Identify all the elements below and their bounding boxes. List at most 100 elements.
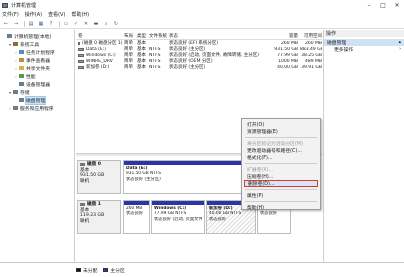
tree-item-label: 性能 [26, 74, 36, 80]
expand-arrow-icon[interactable]: › [8, 106, 12, 111]
context-menu-item[interactable]: 资源管理器(E) [242, 128, 320, 135]
actions-pane: 操作 磁盘管理 ▴ 更多操作 › [323, 30, 404, 262]
minimize-button[interactable]: – [362, 0, 376, 10]
column-header[interactable]: 容量 [272, 33, 298, 39]
legend-item: 未分配 [76, 267, 97, 274]
table-row[interactable]: 新加卷 (D:) 简单 基本 NTFS 状态良好 (主分区) 40.00 GB 39.91 … [76, 64, 322, 70]
table-cell: 40.00 GB [277, 64, 298, 70]
column-header[interactable]: 类型 [135, 33, 147, 39]
menu-bar: 文件(F) 操作(A) 查看(V) 帮助(H) [0, 10, 404, 19]
tree-item-label: 存储 [20, 90, 30, 96]
tree-node-icon [19, 50, 24, 54]
context-menu-item[interactable]: 更改驱动器号和路径(C)... [242, 147, 320, 154]
context-menu-item[interactable]: 格式化(F)... [242, 154, 320, 161]
more-actions-item[interactable]: 更多操作 › [324, 46, 404, 53]
check-icon[interactable]: ✓ [72, 20, 80, 27]
table-cell: Data (E:) [76, 47, 122, 52]
more-actions-label: 更多操作 [334, 48, 354, 53]
tree-item[interactable]: › 性能 [0, 72, 74, 80]
table-cell: 883.49 GB [300, 46, 322, 52]
forward-arrow-icon[interactable]: → [12, 20, 20, 27]
tree-item[interactable]: 计算机管理(本地) [0, 32, 74, 40]
tree-item[interactable]: 磁盘管理 [0, 95, 74, 105]
actions-section-disk-management[interactable]: 磁盘管理 ▴ [324, 39, 404, 46]
tree-item-label: 事件查看器 [26, 58, 50, 64]
context-menu-item: 扩展卷(X)... [247, 168, 273, 173]
partition-status: 状态良好 [126, 211, 144, 217]
menu-help[interactable]: 帮助(H) [71, 11, 89, 18]
expand-arrow-icon[interactable]: › [14, 66, 18, 71]
tree-item[interactable]: › 共享文件夹 [0, 64, 74, 72]
tree-item[interactable]: ▾ 系统工具 [0, 40, 74, 48]
maximize-button[interactable]: □ [376, 0, 390, 10]
console-tree-icon[interactable]: ▤ [27, 20, 35, 27]
tree-item-label: 系统工具 [20, 42, 40, 48]
column-header[interactable]: 布局 [122, 33, 135, 39]
title-bar: 计算机管理 – □ ✕ [0, 0, 404, 10]
tree-item[interactable]: › 服务和应用程序 [0, 104, 74, 112]
disk-info[interactable]: 磁盘 1 基本 119.23 GB 联机 [77, 200, 121, 234]
disk-info[interactable]: 磁盘 0 基本 931.50 GB 联机 [77, 160, 121, 194]
context-menu-item[interactable]: 属性(P) [242, 192, 320, 199]
legend-item: 主分区 [103, 267, 125, 274]
close-button[interactable]: ✕ [390, 0, 404, 10]
search-icon[interactable]: ⌕ [102, 20, 110, 27]
tree-node-icon [13, 42, 18, 46]
partition-status: 状态良好 [209, 216, 227, 222]
tree-node-icon [19, 82, 24, 86]
disk-status: 联机 [80, 178, 90, 184]
expand-arrow-icon[interactable]: ▾ [8, 42, 12, 47]
table-cell: 基本 [137, 65, 146, 70]
column-header[interactable]: 卷 [76, 33, 122, 39]
collapse-arrow-icon: ▴ [398, 40, 401, 45]
tree-node-icon [19, 74, 24, 78]
open-folder-icon[interactable]: ▬ [92, 20, 100, 27]
tree-node-icon [13, 106, 18, 110]
table-cell: NTFS [149, 58, 161, 64]
context-menu-item[interactable]: 删除卷(D)... [244, 180, 318, 187]
volume-name: WINRE_DRV [86, 58, 113, 64]
table-cell: 77.99 GB [277, 52, 298, 58]
context-menu: 打开(O) 资源管理器(E) 将分区标记为活动分区(M) 更改驱动器号和路径(C)..… [241, 118, 321, 211]
partition-block[interactable]: 260 MB 状态良好 [123, 200, 150, 234]
tree-item[interactable]: ▾ 存储 [0, 88, 74, 96]
window-title: 计算机管理 [11, 2, 37, 9]
actions-section-label: 磁盘管理 [327, 41, 347, 46]
expand-arrow-icon[interactable]: › [14, 58, 18, 63]
menu-action[interactable]: 操作(A) [25, 11, 42, 18]
tree-item-label: 设备管理器 [26, 82, 50, 88]
refresh-icon[interactable]: ↻ [112, 20, 120, 27]
help-icon[interactable]: ? [47, 20, 55, 27]
menu-view[interactable]: 查看(V) [48, 11, 65, 18]
list-view-icon[interactable]: ▭ [62, 20, 70, 27]
menu-file[interactable]: 文件(F) [2, 11, 19, 18]
tree-item[interactable]: › 事件查看器 [0, 56, 74, 64]
tree-item-label: 任务计划程序 [26, 50, 55, 56]
legend-bar: 未分配 主分区 [0, 262, 404, 277]
table-cell: (磁盘 0 磁盘分区 1) [76, 40, 122, 46]
partition-block[interactable]: Windows (C:) 77.99 GB NTFS 状态良好 (启动, 页面文件 [151, 200, 205, 234]
table-cell: 489 MB [305, 58, 322, 64]
table-cell: 状态良好 (主分区) [169, 65, 206, 70]
properties-icon[interactable]: ▦ [37, 20, 45, 27]
legend-swatch [76, 268, 81, 272]
context-menu-item[interactable]: 帮助(H) [242, 204, 320, 211]
tree-item[interactable]: 设备管理器 [0, 80, 74, 88]
expand-arrow-icon[interactable]: › [14, 74, 18, 79]
back-arrow-icon[interactable]: ← [2, 20, 10, 27]
delete-icon[interactable]: ✕ [82, 20, 90, 27]
column-header[interactable]: 状态 [167, 33, 272, 39]
context-menu-item[interactable]: 压缩卷(H)... [242, 173, 320, 180]
legend-swatch [103, 268, 109, 272]
tree-item-label: 磁盘管理 [24, 95, 47, 105]
column-header[interactable]: 可用空间 [298, 33, 322, 39]
table-cell: NTFS [149, 46, 161, 52]
menu-separator [245, 163, 317, 164]
column-header[interactable]: 文件系统 [147, 33, 167, 39]
tree-item[interactable]: › 任务计划程序 [0, 48, 74, 56]
expand-arrow-icon[interactable]: ▾ [8, 90, 12, 95]
context-menu-item[interactable]: 打开(O) [242, 121, 320, 128]
expand-arrow-icon[interactable]: › [14, 50, 18, 55]
actions-title: 操作 [324, 30, 404, 37]
table-cell: 260 MB [305, 40, 322, 46]
